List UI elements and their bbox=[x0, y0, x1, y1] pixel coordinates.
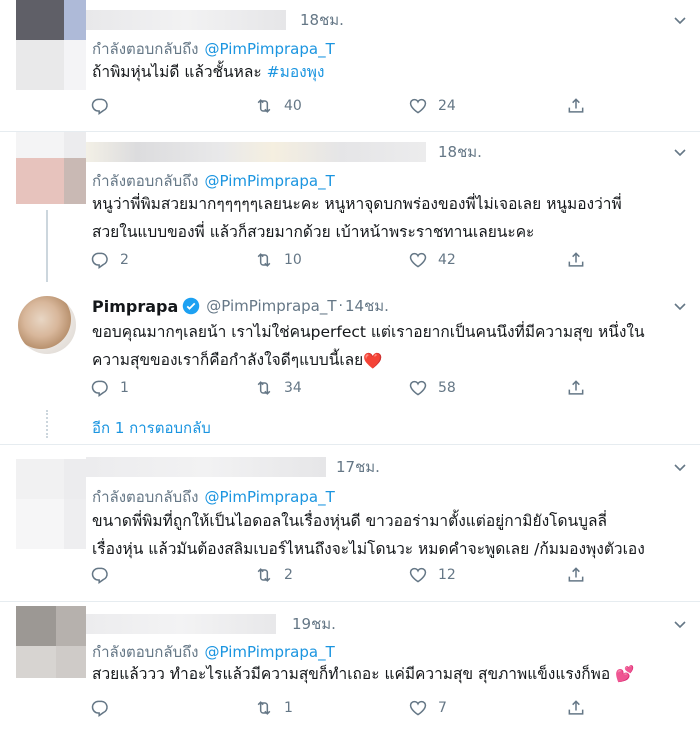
avatar[interactable] bbox=[16, 132, 86, 204]
share-icon bbox=[566, 96, 586, 116]
retweet-icon bbox=[254, 378, 274, 398]
share-button[interactable] bbox=[566, 96, 586, 116]
tweet-1[interactable]: 18ชม. กำลังตอบกลับถึง @PimPimprapa_T ถ้าพ… bbox=[0, 0, 700, 130]
share-button[interactable] bbox=[566, 250, 586, 270]
replying-handle[interactable]: @PimPimprapa_T bbox=[205, 643, 335, 661]
retweet-button[interactable]: 40 bbox=[254, 96, 302, 116]
reply-icon bbox=[90, 250, 110, 270]
retweet-button[interactable]: 1 bbox=[254, 698, 293, 718]
like-button[interactable]: 7 bbox=[408, 698, 447, 718]
like-button[interactable]: 42 bbox=[408, 250, 456, 270]
tweet-actions: 40 24 bbox=[90, 96, 610, 120]
share-icon bbox=[566, 698, 586, 718]
chevron-down-icon[interactable] bbox=[672, 616, 688, 632]
tweet-text: ขอบคุณมากๆเลยน้า เราไม่ใช่คนperfect แต่เ… bbox=[92, 318, 682, 375]
tweet-header: 17ชม. bbox=[86, 455, 380, 479]
reply-icon bbox=[90, 378, 110, 398]
tweet-5[interactable]: 19ชม. กำลังตอบกลับถึง @PimPimprapa_T สวยแ… bbox=[0, 602, 700, 729]
like-button[interactable]: 12 bbox=[408, 565, 456, 585]
tweet-actions: 2 10 42 bbox=[90, 250, 610, 274]
tweet-actions: 1 7 bbox=[90, 698, 610, 722]
tweet-3[interactable]: Pimprapa @PimPimprapa_T · 14ชม. ขอบคุณมา… bbox=[0, 282, 700, 442]
replying-to: กำลังตอบกลับถึง @PimPimprapa_T bbox=[92, 488, 335, 506]
reply-button[interactable]: 2 bbox=[90, 250, 129, 270]
retweet-button[interactable]: 2 bbox=[254, 565, 293, 585]
tweet-time[interactable]: 18ชม. bbox=[300, 8, 344, 32]
retweet-icon bbox=[254, 96, 274, 116]
tweet-actions: 2 12 bbox=[90, 565, 610, 589]
reply-button[interactable]: 1 bbox=[90, 378, 129, 398]
retweet-icon bbox=[254, 250, 274, 270]
chevron-down-icon[interactable] bbox=[672, 459, 688, 475]
tweet-time[interactable]: 17ชม. bbox=[336, 455, 380, 479]
heart-icon bbox=[408, 565, 428, 585]
share-icon bbox=[566, 565, 586, 585]
replying-handle[interactable]: @PimPimprapa_T bbox=[205, 172, 335, 190]
like-button[interactable]: 58 bbox=[408, 378, 456, 398]
share-button[interactable] bbox=[566, 698, 586, 718]
avatar[interactable] bbox=[16, 0, 86, 90]
chevron-down-icon[interactable] bbox=[672, 298, 688, 314]
replying-handle[interactable]: @PimPimprapa_T bbox=[205, 488, 335, 506]
user-handle[interactable]: @PimPimprapa_T bbox=[206, 297, 336, 315]
tweet-header: 18ชม. bbox=[86, 8, 344, 32]
share-icon bbox=[566, 378, 586, 398]
retweet-icon bbox=[254, 698, 274, 718]
share-icon bbox=[566, 250, 586, 270]
hearts-emoji: 💕 bbox=[615, 665, 635, 683]
blurred-name bbox=[86, 457, 326, 477]
blurred-name bbox=[86, 142, 426, 162]
retweet-button[interactable]: 10 bbox=[254, 250, 302, 270]
chevron-down-icon[interactable] bbox=[672, 12, 688, 28]
reply-icon bbox=[90, 565, 110, 585]
tweet-4[interactable]: 17ชม. กำลังตอบกลับถึง @PimPimprapa_T ขนาด… bbox=[0, 445, 700, 600]
show-more-replies-link[interactable]: อีก 1 การตอบกลับ bbox=[92, 416, 211, 440]
heart-emoji: ❤️ bbox=[363, 351, 383, 370]
tweet-text: ขนาดพี่พิมที่ถูกให้เป็นไอดอลในเรื่องหุ่น… bbox=[92, 512, 645, 558]
thread-dots bbox=[46, 410, 48, 438]
reply-icon bbox=[90, 698, 110, 718]
display-name[interactable]: Pimprapa bbox=[92, 297, 178, 316]
tweet-actions: 1 34 58 bbox=[90, 378, 610, 402]
replying-handle[interactable]: @PimPimprapa_T bbox=[205, 40, 335, 58]
tweet-time[interactable]: 18ชม. bbox=[438, 140, 482, 164]
heart-icon bbox=[408, 96, 428, 116]
reply-button[interactable] bbox=[90, 565, 120, 585]
tweet-header: 18ชม. bbox=[86, 140, 482, 164]
avatar[interactable] bbox=[18, 296, 76, 354]
verified-badge-icon bbox=[182, 297, 200, 315]
share-button[interactable] bbox=[566, 565, 586, 585]
heart-icon bbox=[408, 250, 428, 270]
avatar[interactable] bbox=[16, 459, 86, 549]
tweet-2[interactable]: 18ชม. กำลังตอบกลับถึง @PimPimprapa_T หนูว… bbox=[0, 132, 700, 282]
tweet-header: Pimprapa @PimPimprapa_T · 14ชม. bbox=[92, 294, 389, 318]
hashtag-link[interactable]: #มองพุง bbox=[267, 63, 325, 81]
blurred-name bbox=[86, 10, 286, 30]
thread-line bbox=[46, 210, 48, 282]
avatar[interactable] bbox=[16, 606, 86, 678]
retweet-button[interactable]: 34 bbox=[254, 378, 302, 398]
tweet-time[interactable]: 19ชม. bbox=[292, 612, 336, 636]
tweet-text: ถ้าพิมหุ่นไม่ดี แล้วชั้นหละ #มองพุง bbox=[92, 63, 325, 81]
reply-icon bbox=[90, 96, 110, 116]
retweet-icon bbox=[254, 565, 274, 585]
tweet-text: สวยแล้ววว ทำอะไรแล้วมีความสุขก็ทำเถอะ แค… bbox=[92, 665, 635, 683]
like-button[interactable]: 24 bbox=[408, 96, 456, 116]
reply-button[interactable] bbox=[90, 698, 120, 718]
tweet-header: 19ชม. bbox=[86, 612, 336, 636]
tweet-time[interactable]: 14ชม. bbox=[345, 294, 389, 318]
share-button[interactable] bbox=[566, 378, 586, 398]
tweet-text: หนูว่าพี่พิมสวยมากๆๆๆๆๆเลยนะคะ หนูหาจุดบ… bbox=[92, 195, 622, 241]
blurred-name bbox=[86, 614, 276, 634]
reply-button[interactable] bbox=[90, 96, 120, 116]
heart-icon bbox=[408, 698, 428, 718]
heart-icon bbox=[408, 378, 428, 398]
chevron-down-icon[interactable] bbox=[672, 144, 688, 160]
